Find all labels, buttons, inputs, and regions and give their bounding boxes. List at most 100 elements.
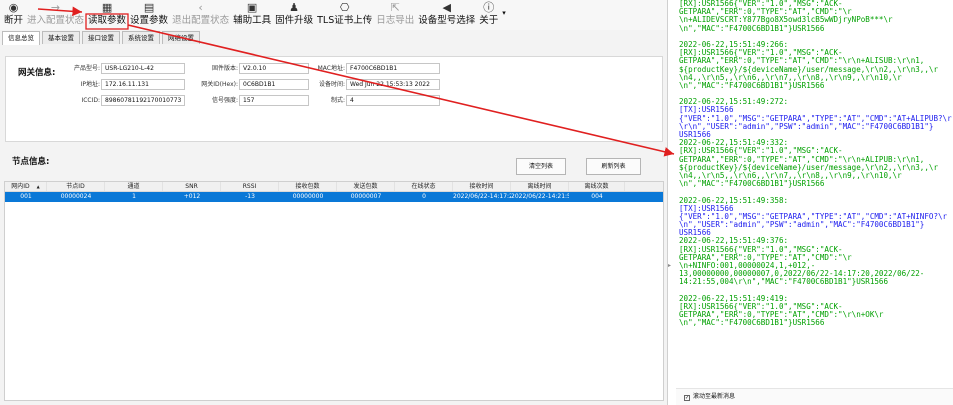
toolbar-button-label: 日志导出 <box>376 15 415 26</box>
table-row[interactable]: 001 00000024 1 +012 -13 00000000 00000007 0 2022… <box>5 192 663 202</box>
autoscroll-label: 滚动至最新消息 <box>693 393 736 400</box>
tab-3[interactable]: 系统设置 <box>122 31 160 44</box>
toolbar-button-label: 退出配置状态 <box>172 15 230 26</box>
column-header[interactable]: SNR <box>163 182 221 191</box>
table-cell: 1 <box>132 193 136 200</box>
toolbar-button-2[interactable]: ▦ 读取参数 <box>86 0 128 30</box>
log-line: \n","MAC":"F4700C6BD1B1"}USR1566 <box>679 23 825 33</box>
column-header-label: 网内ID <box>11 183 30 190</box>
toolbar-icon: ▦ <box>101 1 113 14</box>
toolbar-icon: ▣ <box>246 1 258 14</box>
table-cell: 0 <box>422 193 426 200</box>
log-line: \n","MAC":"F4700C6BD1B1"}USR1566 <box>679 318 825 328</box>
toolbar-icon: ◉ <box>8 1 19 14</box>
toolbar-button-1[interactable]: → 进入配置状态 <box>25 0 86 30</box>
toolbar-button-label: 断开 <box>4 15 24 26</box>
node-table: 网内ID ▲ 节点ID 通道 SNR RSSI 接收包数 发送包数 在线状态 接收时间 离线时间 离线… <box>4 181 664 401</box>
column-header-label: 通道 <box>127 183 140 190</box>
log-line: 14:21:55,004\r\n","MAC":"F4700C6BD1B1"}U… <box>679 277 889 287</box>
column-header[interactable]: 通道 <box>105 182 163 191</box>
tab-2[interactable]: 接口设置 <box>82 31 120 44</box>
table-header: 网内ID ▲ 节点ID 通道 SNR RSSI 接收包数 发送包数 在线状态 接收时间 离线时间 离线… <box>5 182 663 192</box>
column-header[interactable]: 接收包数 <box>279 182 337 191</box>
toolbar-button-label: 辅助工具 <box>233 15 272 26</box>
config-tool-window: ◉ 断开 → 进入配置状态 ▦ 读取参数 ▤ 设置参数 ‹ 退出配置状态 ▣ 辅助工具 ♟ 固件升级 ⎔ TL… <box>0 0 668 405</box>
column-header[interactable]: 接收时间 <box>453 182 511 191</box>
firmware-label: 固件版本: <box>211 65 238 72</box>
column-header-label: RSSI <box>242 183 257 190</box>
toolbar-button-8[interactable]: ⇱ 日志导出 <box>374 0 416 30</box>
toolbar-icon: ⎔ <box>339 1 350 14</box>
column-header-label: 离线次数 <box>584 183 609 190</box>
product-model-field: USR-LG210-L-42 <box>101 63 185 74</box>
toolbar-button-label: 关于 <box>479 15 499 26</box>
refresh-list-button[interactable]: 刷新列表 <box>586 158 641 175</box>
table-cell: 00000000 <box>292 193 324 200</box>
toolbar-button-label: TLS证书上传 <box>317 15 373 26</box>
column-header-label: SNR <box>185 183 198 190</box>
settings-tabs: 信息总览 基本设置 接口设置 系统设置 网络设置 <box>2 31 202 45</box>
toolbar-icon: ⓘ <box>483 1 495 14</box>
toolbar-button-3[interactable]: ▤ 设置参数 <box>128 0 170 30</box>
toolbar-button-9[interactable]: ◀ 设备型号选择 <box>416 0 477 30</box>
column-header[interactable]: 离线时间 <box>511 182 569 191</box>
toolbar-button-7[interactable]: ⎔ TLS证书上传 <box>315 0 374 30</box>
table-cell: 001 <box>20 193 32 200</box>
ip-label: IP地址: <box>80 81 100 88</box>
toolbar-button-label: 固件升级 <box>275 15 314 26</box>
signal-label: 信号强度: <box>211 97 238 104</box>
table-cell: 00000007 <box>350 193 382 200</box>
device-time-field: Wed Jun 22 15:53:13 2022 <box>346 79 440 90</box>
tab-0[interactable]: 信息总览 <box>2 31 40 45</box>
toolbar-button-6[interactable]: ♟ 固件升级 <box>273 0 315 30</box>
table-cell: 004 <box>591 193 603 200</box>
ip-field: 172.16.11.131 <box>101 79 185 90</box>
log-line: \n","MAC":"F4700C6BD1B1"}USR1566 <box>679 179 825 189</box>
log-pane[interactable]: [RX]:USR1566{"VER":"1.0","MSG":"ACK- GETP… <box>676 0 953 388</box>
signal-field: 157 <box>239 95 309 106</box>
column-header-label: 在线状态 <box>411 183 436 190</box>
log-line: \n","MAC":"F4700C6BD1B1"}USR1566 <box>679 80 825 90</box>
toolbar-button-label: 读取参数 <box>88 15 127 26</box>
clear-list-button[interactable]: 清空列表 <box>516 158 566 175</box>
column-header-label: 接收时间 <box>469 183 494 190</box>
toolbar-button-label: 设备型号选择 <box>418 15 476 26</box>
table-cell: +012 <box>183 193 201 200</box>
tab-4[interactable]: 网络设置 <box>162 31 200 44</box>
toolbar-icon: ‹ <box>198 1 203 14</box>
toolbar-button-label: 设置参数 <box>130 15 169 26</box>
column-header[interactable]: RSSI <box>221 182 279 191</box>
sort-ascending-icon: ▲ <box>36 184 40 189</box>
firmware-field: V2.0.10 <box>239 63 309 74</box>
splitter-arrow-icon[interactable]: ▸ <box>668 262 671 269</box>
toolbar-overflow-icon[interactable]: ▾ <box>500 0 508 30</box>
log-line: \n","USER":"admin","PSW":"admin","MAC":"… <box>679 220 925 230</box>
column-header[interactable]: 网内ID ▲ <box>5 182 47 191</box>
table-cell: 00000024 <box>60 193 92 200</box>
product-model-label: 产品型号: <box>73 65 100 72</box>
log-footer: ✓ 滚动至最新消息 <box>676 388 953 405</box>
netid-label: 网关ID(Hex): <box>201 81 238 88</box>
column-header[interactable]: 在线状态 <box>395 182 453 191</box>
column-header-label: 发送包数 <box>353 183 378 190</box>
column-header-label: 离线时间 <box>527 183 552 190</box>
toolbar-button-label: 进入配置状态 <box>27 15 85 26</box>
mode-field: 4 <box>346 95 440 106</box>
device-time-label: 设备时间: <box>318 81 345 88</box>
mode-label: 制式: <box>330 97 345 104</box>
toolbar-button-4[interactable]: ‹ 退出配置状态 <box>170 0 231 30</box>
column-header[interactable]: 发送包数 <box>337 182 395 191</box>
table-cell: 2022/06/22-14:17:20 <box>453 193 511 200</box>
toolbar-button-0[interactable]: ◉ 断开 <box>2 0 25 30</box>
iccid-field: 89860781192170010773 <box>101 95 185 106</box>
main-toolbar: ◉ 断开 → 进入配置状态 ▦ 读取参数 ▤ 设置参数 ‹ 退出配置状态 ▣ 辅助工具 ♟ 固件升级 ⎔ TL… <box>0 0 667 30</box>
column-header[interactable]: 离线次数 <box>569 182 625 191</box>
netid-field: 0C6BD1B1 <box>239 79 309 90</box>
column-header[interactable]: 节点ID <box>47 182 105 191</box>
autoscroll-checkbox[interactable]: ✓ <box>684 395 690 401</box>
toolbar-button-5[interactable]: ▣ 辅助工具 <box>231 0 273 30</box>
toolbar-button-10[interactable]: ⓘ 关于 <box>477 0 500 30</box>
log-line: \r\n","USER":"admin","PSW":"admin","MAC"… <box>679 121 934 131</box>
tab-1[interactable]: 基本设置 <box>42 31 80 44</box>
table-cell: 2022/06/22-14:21:55 <box>511 193 569 200</box>
